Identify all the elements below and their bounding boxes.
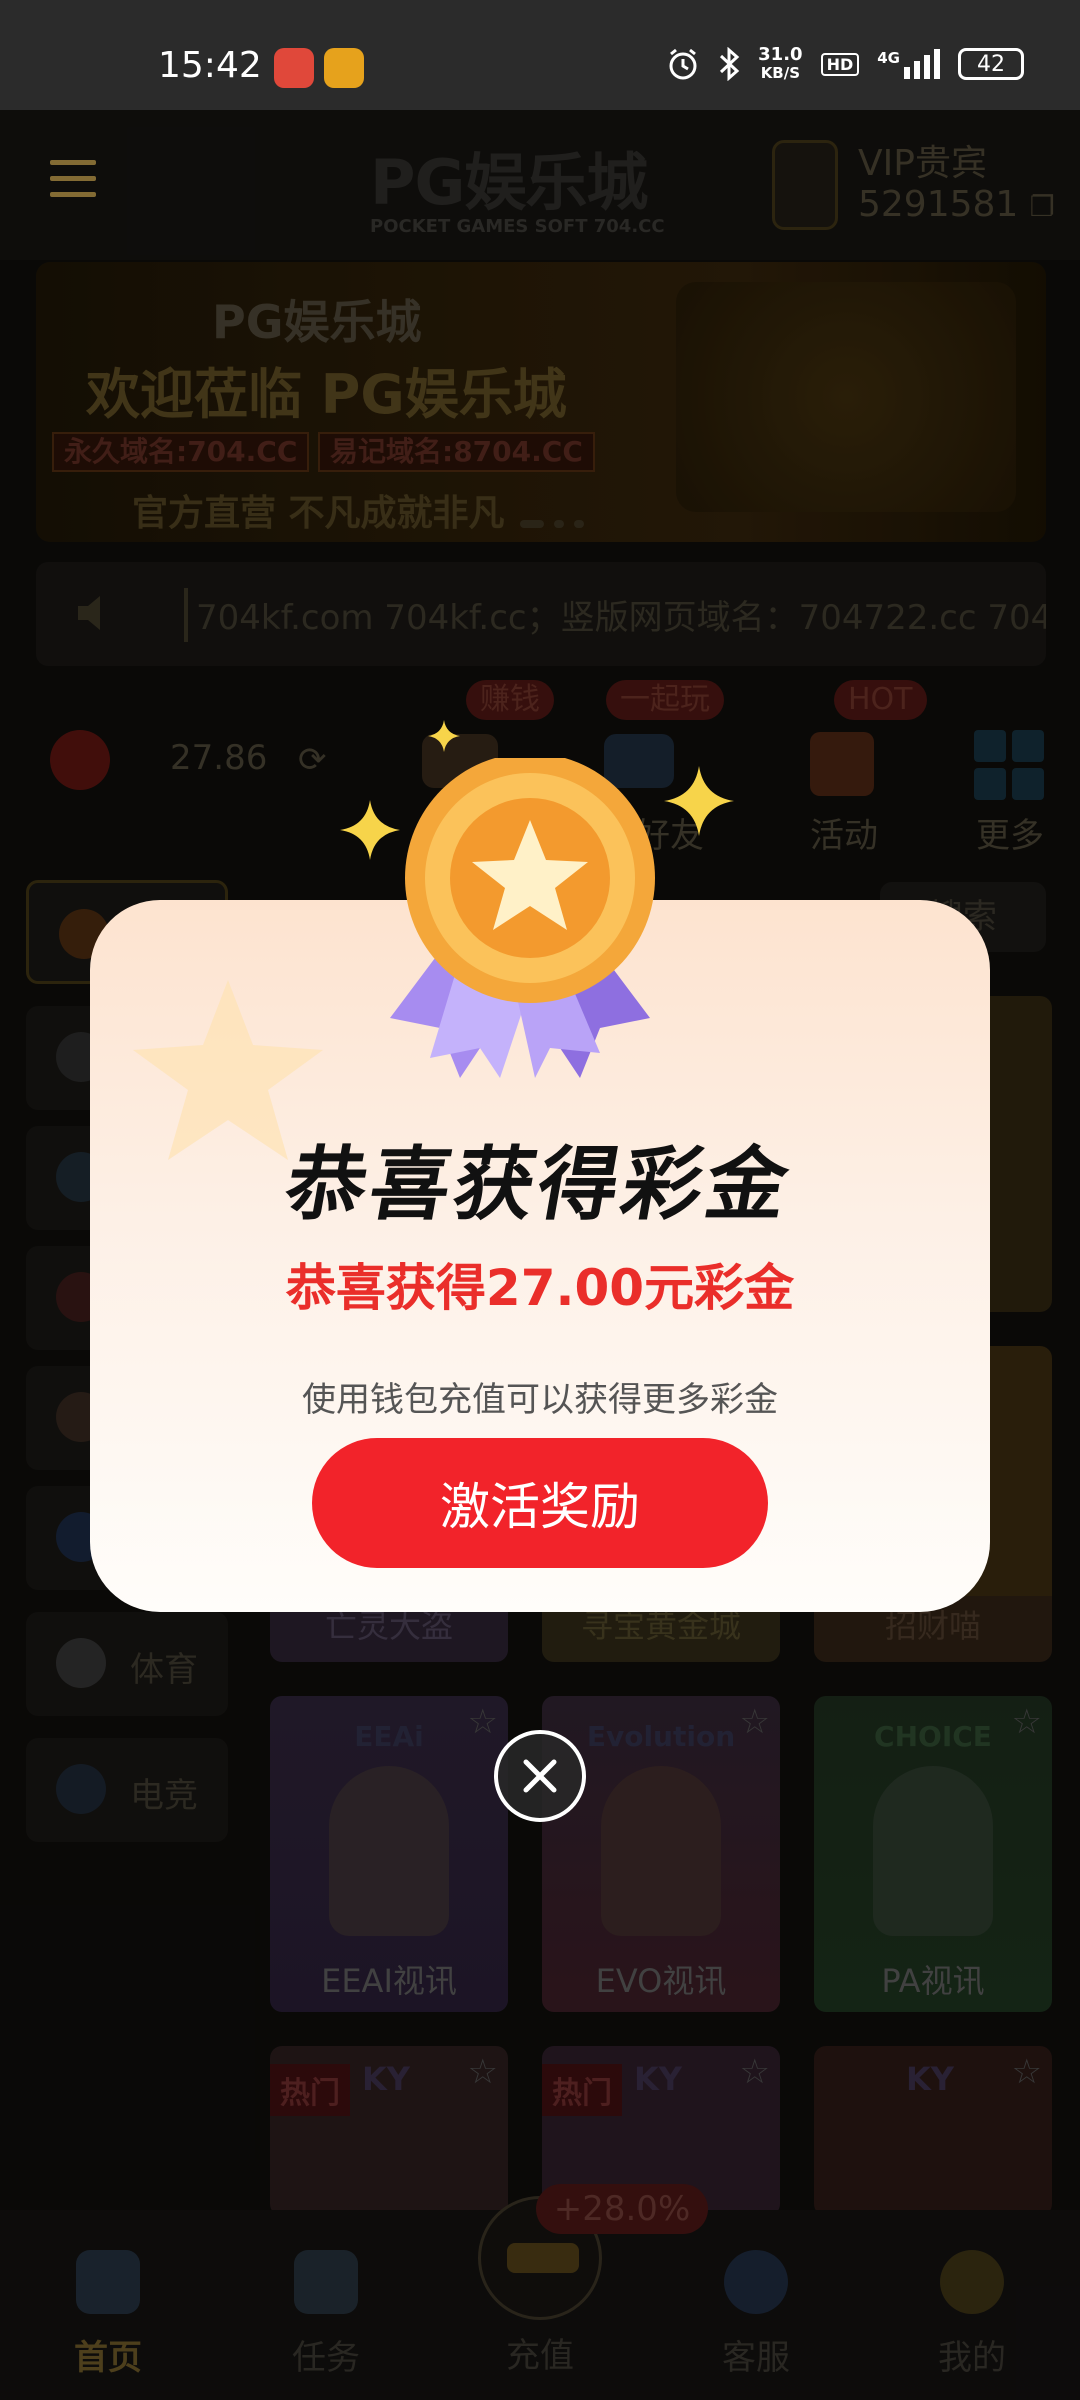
sparkle-icon: [664, 766, 734, 836]
modal-title: 恭喜获得彩金: [278, 1138, 800, 1231]
status-bar: 15:42 31.0 KB/S HD 4G 42: [0, 0, 1080, 110]
modal-description: 使用钱包充值可以获得更多彩金: [302, 1380, 778, 1420]
reward-amount-text: 恭喜获得27.00元彩金: [285, 1259, 795, 1317]
app-notification-icon: [274, 48, 314, 88]
status-time: 15:42: [158, 45, 262, 86]
battery-indicator: 42: [958, 48, 1024, 80]
signal-icon: 4G: [877, 49, 940, 79]
sparkle-icon: [428, 720, 460, 752]
sparkle-icon: [340, 800, 400, 860]
hd-badge: HD: [820, 52, 860, 76]
network-speed: 31.0 KB/S: [758, 44, 803, 83]
activate-reward-button[interactable]: 激活奖励: [312, 1438, 768, 1568]
alarm-icon: [669, 48, 697, 80]
app-notification-icon: [324, 48, 364, 88]
bluetooth-icon: [720, 47, 740, 81]
close-icon[interactable]: [494, 1730, 586, 1822]
